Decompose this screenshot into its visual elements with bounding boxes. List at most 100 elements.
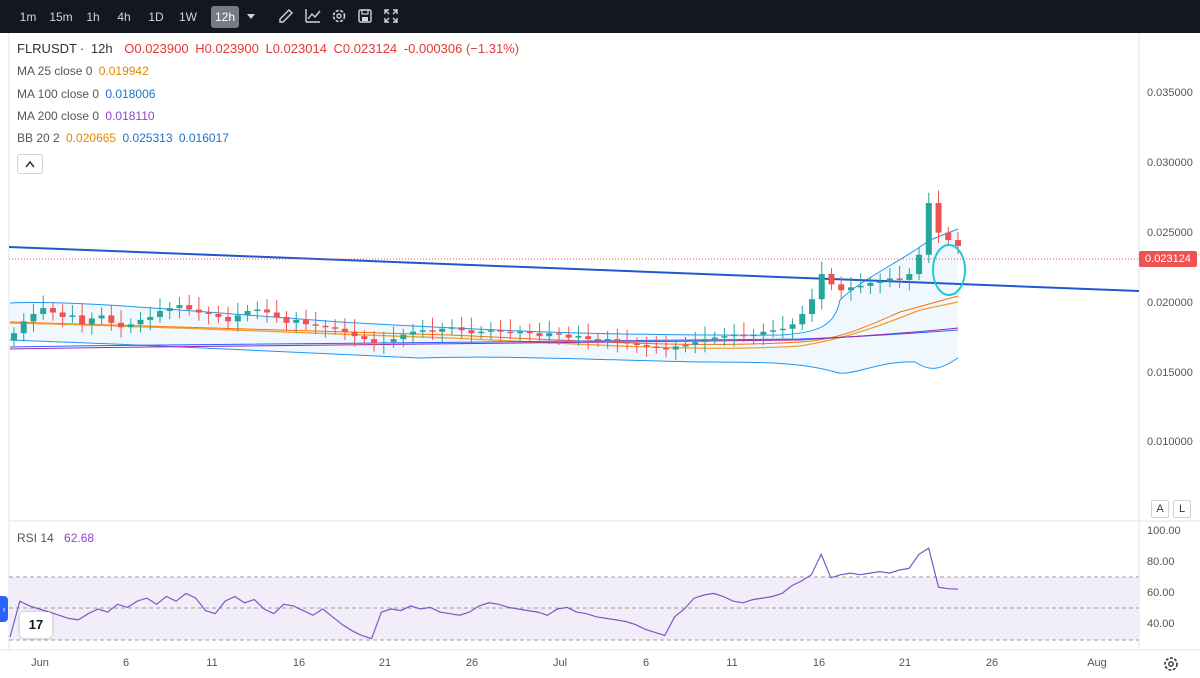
candle-body	[877, 281, 884, 283]
candle-body	[945, 232, 952, 241]
price-axis-label: 0.035000	[1147, 87, 1193, 99]
candle-body	[731, 334, 738, 337]
time-axis-label: 26	[985, 657, 999, 669]
rsi-legend[interactable]: RSI 14 62.68	[17, 531, 97, 545]
candle-body	[59, 312, 66, 317]
symbol-legend: FLRUSDT · 12h O0.023900 H0.023900 L0.0230…	[17, 41, 520, 56]
descending-trendline	[8, 246, 1140, 292]
candle-body	[302, 319, 309, 325]
ohlc-close: C0.023124	[333, 41, 398, 56]
fullscreen-icon[interactable]	[382, 7, 400, 25]
ma100-label: MA 100 close 0	[17, 87, 100, 101]
chevron-up-icon	[25, 160, 35, 168]
candle-body	[507, 331, 514, 334]
candle-body	[11, 333, 17, 341]
tradingview-logo[interactable]: 17	[20, 612, 52, 638]
candle-body	[857, 285, 864, 288]
candle-body	[925, 203, 932, 255]
candle-body	[156, 311, 163, 317]
candle-body	[166, 308, 173, 312]
candle-body	[760, 331, 767, 335]
time-axis-label: 16	[812, 657, 826, 669]
candle-body	[98, 315, 105, 319]
candle-body	[779, 328, 786, 331]
candle-body	[390, 339, 397, 343]
bollinger-band-fill	[10, 229, 958, 374]
ohlc-low: L0.023014	[265, 41, 327, 56]
log-scale-button[interactable]: L	[1173, 500, 1191, 518]
candle-body	[225, 316, 232, 322]
candle-body	[273, 312, 280, 317]
bb-lower-value: 0.016017	[178, 131, 229, 145]
candle-body	[594, 339, 601, 341]
candle-body	[896, 278, 903, 280]
candle-body	[468, 330, 475, 334]
time-axis-label: 11	[726, 657, 738, 669]
candle-body	[604, 339, 611, 341]
ma25-legend[interactable]: MA 25 close 0 0.019942	[17, 64, 152, 78]
candle-body	[517, 331, 524, 334]
ma100-legend[interactable]: MA 100 close 0 0.018006	[17, 87, 158, 101]
save-icon[interactable]	[356, 7, 374, 25]
expand-panel-handle[interactable]: ›	[0, 596, 8, 622]
bb-basis-value: 0.020665	[66, 131, 117, 145]
interval-15m-button[interactable]: 15m	[46, 6, 76, 28]
candle-body	[448, 327, 455, 329]
settings-icon[interactable]	[330, 7, 348, 25]
top-toolbar: 1m 15m 1h 4h 1D 1W 12h	[0, 0, 1200, 33]
candle-body	[955, 240, 961, 246]
interval-4h-button[interactable]: 4h	[111, 6, 137, 28]
candle-body	[711, 337, 718, 340]
candle-body	[186, 305, 193, 310]
candle-body	[293, 319, 300, 323]
candle-body	[546, 333, 553, 337]
candle-body	[20, 321, 27, 334]
chart-canvas[interactable]	[0, 33, 1200, 675]
candle-body	[653, 346, 660, 348]
time-axis-label: 16	[292, 657, 306, 669]
price-axis-label: 0.025000	[1147, 227, 1193, 239]
symbol-name[interactable]: FLRUSDT	[17, 41, 77, 56]
price-axis-label: 0.020000	[1147, 297, 1193, 309]
rsi-axis-label: 60.00	[1147, 587, 1175, 599]
time-axis-label: 11	[206, 657, 218, 669]
bb-legend[interactable]: BB 20 2 0.020665 0.025313 0.016017	[17, 131, 232, 145]
candle-body	[770, 330, 777, 332]
candle-body	[439, 328, 446, 332]
interval-1d-button[interactable]: 1D	[143, 6, 169, 28]
time-axis-label: Jun	[31, 657, 49, 669]
last-price-tag: 0.023124	[1139, 251, 1197, 267]
gear-icon[interactable]	[1162, 655, 1180, 673]
candle-body	[672, 346, 679, 350]
candle-body	[244, 311, 251, 316]
ma200-legend[interactable]: MA 200 close 0 0.018110	[17, 109, 158, 123]
interval-1m-button[interactable]: 1m	[14, 6, 42, 28]
ma200-label: MA 200 close 0	[17, 109, 100, 123]
candle-body	[721, 336, 728, 338]
candle-body	[916, 254, 923, 275]
price-axis-label: 0.015000	[1147, 367, 1193, 379]
candle-body	[526, 331, 533, 334]
candle-body	[799, 313, 806, 325]
candle-body	[400, 334, 407, 340]
draw-icon[interactable]	[277, 7, 295, 25]
indicators-icon[interactable]	[304, 7, 322, 25]
candle-body	[254, 309, 261, 312]
candle-body	[176, 305, 183, 309]
time-axis-label: 26	[465, 657, 479, 669]
auto-scale-button[interactable]: A	[1151, 500, 1169, 518]
collapse-legend-button[interactable]	[17, 154, 43, 174]
candle-body	[906, 274, 913, 280]
candle-body	[585, 336, 592, 340]
candle-body	[88, 318, 95, 325]
interval-1w-button[interactable]: 1W	[174, 6, 202, 28]
interval-1h-button[interactable]: 1h	[80, 6, 106, 28]
candle-body	[49, 308, 56, 313]
symbol-interval: 12h	[90, 41, 113, 56]
candle-body	[341, 328, 348, 332]
dropdown-caret-icon[interactable]	[242, 7, 260, 25]
interval-12h-button[interactable]: 12h	[211, 6, 239, 28]
candle-body	[40, 308, 47, 314]
candle-body	[371, 339, 378, 344]
bb-upper-value: 0.025313	[122, 131, 173, 145]
